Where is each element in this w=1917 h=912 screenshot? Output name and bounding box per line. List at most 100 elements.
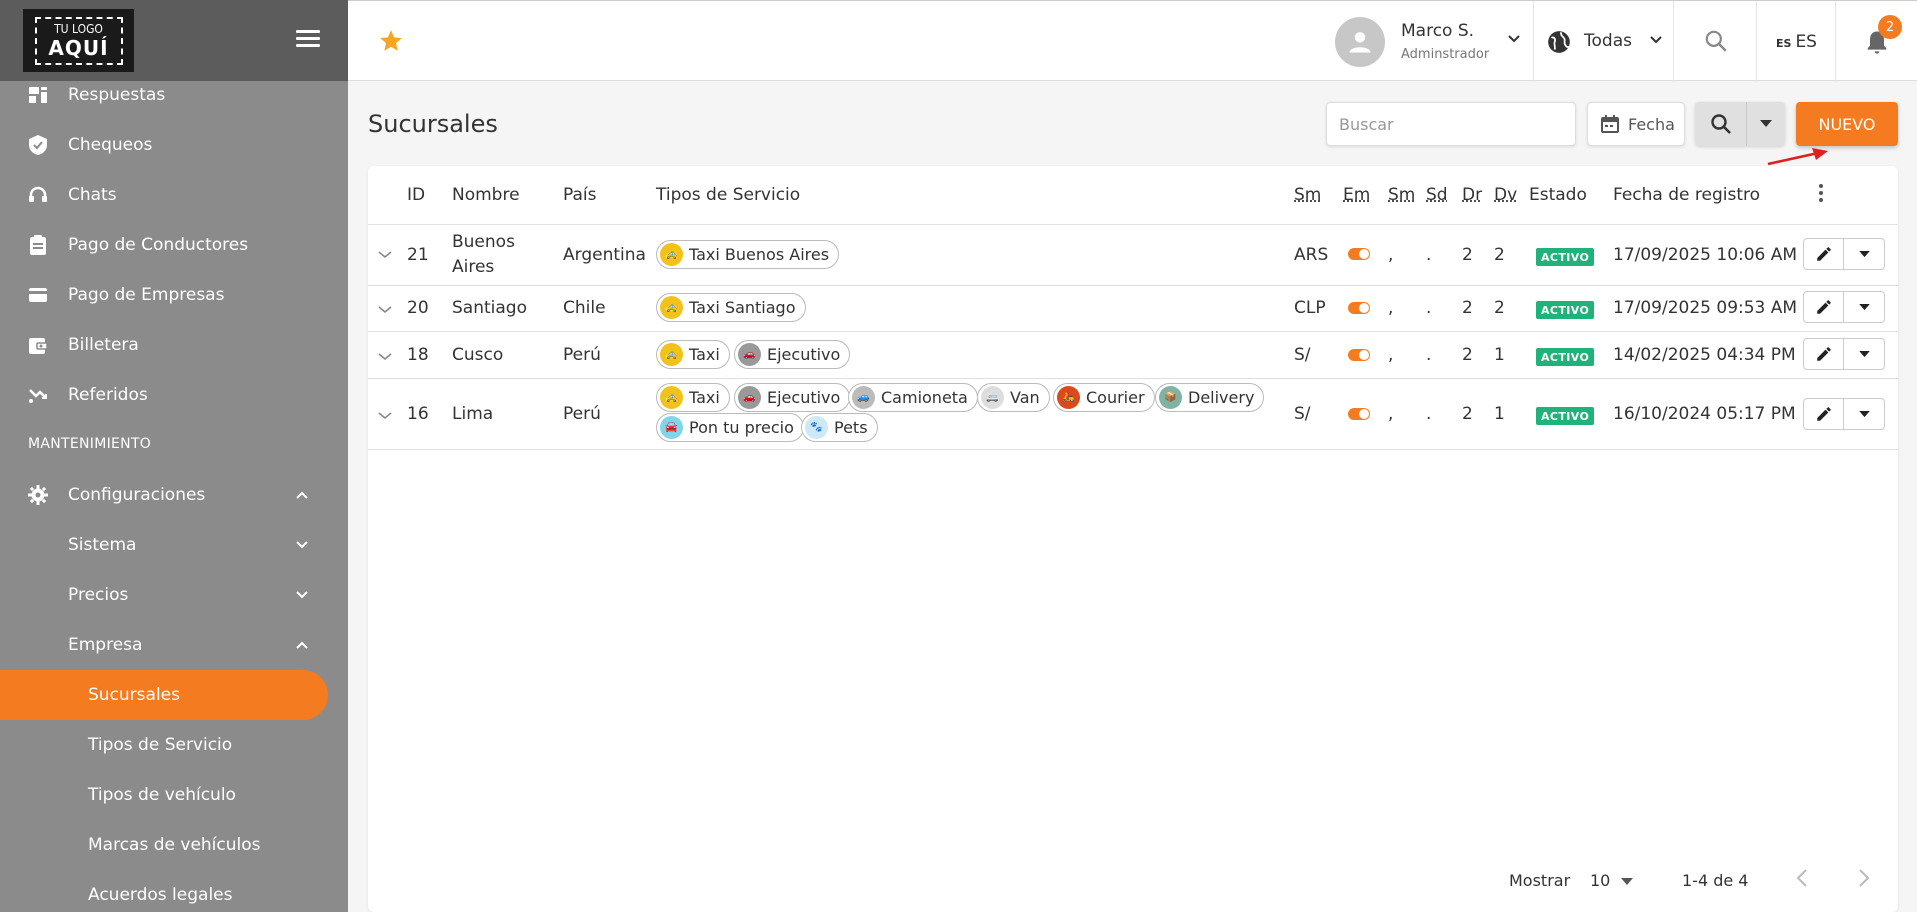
chevron-down-icon[interactable]: [1508, 31, 1520, 47]
column-header-id[interactable]: ID: [407, 185, 425, 205]
edit-button[interactable]: [1804, 339, 1844, 369]
service-chip[interactable]: 🚗 Ejecutivo: [734, 340, 851, 369]
sidebar-item-sistema[interactable]: Sistema: [0, 521, 348, 569]
sidebar-item-pago-conductores[interactable]: Pago de Conductores: [0, 221, 348, 269]
lang-code: ES: [1776, 37, 1792, 50]
edit-button[interactable]: [1804, 239, 1844, 269]
service-chip[interactable]: 🚕 Taxi: [656, 340, 730, 369]
expand-chevron-icon[interactable]: [378, 408, 392, 424]
new-button[interactable]: NUEVO: [1796, 102, 1898, 146]
toggle-switch[interactable]: [1348, 248, 1370, 260]
column-header-nombre[interactable]: Nombre: [452, 185, 520, 205]
row-options-dropdown[interactable]: [1844, 292, 1884, 322]
menu-icon[interactable]: [296, 30, 320, 50]
language-selector[interactable]: ES ES: [1776, 32, 1817, 52]
column-header-pais[interactable]: País: [563, 185, 597, 205]
sidebar-item-empresa[interactable]: Empresa: [0, 621, 348, 669]
service-chip[interactable]: 📦 Delivery: [1155, 383, 1265, 412]
service-chip[interactable]: 🛵 Courier: [1053, 383, 1155, 412]
service-chip[interactable]: 🚙 Camioneta: [848, 383, 978, 412]
expand-chevron-icon[interactable]: [378, 247, 392, 263]
sidebar-item-configuraciones[interactable]: Configuraciones: [0, 471, 348, 519]
sidebar-item-marcas-vehiculos[interactable]: Marcas de vehículos: [0, 821, 348, 869]
responses-icon: [28, 85, 48, 105]
search-input[interactable]: Buscar: [1326, 102, 1576, 146]
chevron-down-icon: [296, 588, 308, 603]
toggle-switch[interactable]: [1348, 302, 1370, 314]
toggle-switch[interactable]: [1348, 349, 1370, 361]
column-header-tipos-servicio[interactable]: Tipos de Servicio: [656, 185, 800, 205]
row-actions: [1803, 398, 1885, 430]
column-header-dv[interactable]: Dv: [1494, 185, 1517, 205]
credit-card-icon: [28, 285, 48, 305]
row-options-dropdown[interactable]: [1844, 339, 1884, 369]
column-header-em[interactable]: Em: [1343, 185, 1370, 205]
sidebar-item-referidos[interactable]: Referidos: [0, 371, 348, 419]
column-header-sd[interactable]: Sd: [1426, 185, 1448, 205]
sidebar-item-tipos-servicio[interactable]: Tipos de Servicio: [0, 721, 348, 769]
sidebar-item-chequeos[interactable]: Chequeos: [0, 121, 348, 169]
service-chip[interactable]: 🚐 Van: [977, 383, 1050, 412]
star-icon[interactable]: [378, 28, 404, 54]
status-badge: ACTIVO: [1536, 248, 1595, 266]
sidebar-item-label: Chats: [68, 185, 117, 205]
cell-currency: S/: [1294, 404, 1311, 424]
globe-icon[interactable]: [1546, 29, 1572, 55]
avatar[interactable]: [1335, 17, 1385, 67]
row-options-dropdown[interactable]: [1844, 239, 1884, 269]
row-options-dropdown[interactable]: [1844, 399, 1884, 429]
column-header-fecha[interactable]: Fecha de registro: [1613, 185, 1760, 205]
sidebar-item-chats[interactable]: Chats: [0, 171, 348, 219]
logo[interactable]: TU LOGO AQUÍ: [23, 9, 134, 72]
cell-fecha: 16/10/2024 05:17 PM: [1613, 404, 1796, 424]
column-header-dr[interactable]: Dr: [1462, 185, 1482, 205]
car-icon: 🚗: [738, 386, 761, 409]
toggle-switch[interactable]: [1348, 408, 1370, 420]
shield-check-icon: [28, 135, 48, 155]
user-name[interactable]: Marco S.: [1401, 21, 1474, 41]
chevron-down-icon[interactable]: [1650, 32, 1662, 48]
cell-currency: ARS: [1294, 245, 1329, 265]
sidebar-item-label: Sucursales: [88, 685, 180, 705]
column-header-sm2[interactable]: Sm: [1388, 185, 1415, 205]
service-chip[interactable]: 🚕 Taxi: [656, 383, 730, 412]
cell-dv: 1: [1494, 345, 1505, 365]
service-chip[interactable]: 🚕 Taxi Buenos Aires: [656, 240, 840, 269]
sidebar-item-pago-empresas[interactable]: Pago de Empresas: [0, 271, 348, 319]
sidebar-item-billetera[interactable]: Billetera: [0, 321, 348, 369]
row-actions: [1803, 238, 1885, 270]
expand-chevron-icon[interactable]: [378, 349, 392, 365]
sidebar-item-label: Precios: [68, 585, 129, 605]
next-page-icon[interactable]: [1858, 868, 1870, 894]
search-options-dropdown[interactable]: [1747, 102, 1785, 146]
column-header-sm[interactable]: Sm: [1294, 185, 1321, 205]
prev-page-icon[interactable]: [1796, 868, 1808, 894]
search-icon[interactable]: [1703, 28, 1731, 56]
search-button[interactable]: [1695, 102, 1747, 146]
pencil-icon: [1816, 407, 1831, 421]
edit-button[interactable]: [1804, 399, 1844, 429]
expand-chevron-icon[interactable]: [378, 302, 392, 318]
sidebar-item-tipos-vehiculo[interactable]: Tipos de vehículo: [0, 771, 348, 819]
service-chip[interactable]: 🚘 Pon tu precio: [656, 413, 804, 442]
sidebar-header: TU LOGO AQUÍ: [0, 0, 348, 81]
column-header-estado[interactable]: Estado: [1529, 185, 1587, 205]
edit-button[interactable]: [1804, 292, 1844, 322]
row-actions: [1803, 338, 1885, 370]
sidebar-item-respuestas[interactable]: Respuestas: [0, 71, 348, 119]
more-options-icon[interactable]: [1818, 184, 1824, 206]
rows-per-page-select[interactable]: 10: [1590, 871, 1634, 890]
service-chip[interactable]: 🚗 Ejecutivo: [734, 383, 851, 412]
sidebar-item-precios[interactable]: Precios: [0, 571, 348, 619]
price-car-icon: 🚘: [660, 416, 683, 439]
sidebar-item-sucursales[interactable]: Sucursales: [0, 671, 348, 719]
region-selector[interactable]: Todas: [1584, 31, 1632, 51]
topbar: Marco S. Adminstrador Todas ES ES 2: [348, 0, 1917, 82]
service-chip[interactable]: 🚕 Taxi Santiago: [656, 293, 806, 322]
divider: [368, 331, 1898, 332]
sidebar-item-acuerdos-legales[interactable]: Acuerdos legales: [0, 871, 348, 912]
van-icon: 🚐: [981, 386, 1004, 409]
cell-id: 16: [407, 404, 429, 424]
date-filter-button[interactable]: Fecha: [1587, 102, 1685, 146]
service-chip[interactable]: 🐾 Pets: [801, 413, 878, 442]
